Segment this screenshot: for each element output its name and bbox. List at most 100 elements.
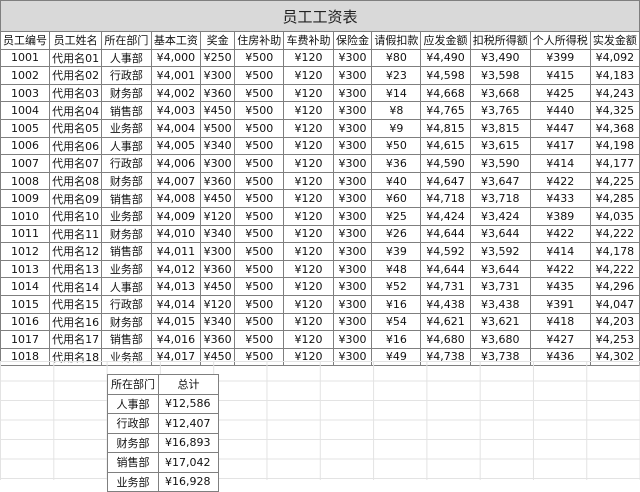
table-cell[interactable]: ¥4,002	[150, 83, 202, 103]
table-cell[interactable]: ¥4,680	[420, 330, 471, 349]
table-cell[interactable]: 1002	[0, 66, 50, 85]
table-cell[interactable]: ¥440	[529, 101, 591, 120]
table-cell[interactable]: ¥4,644	[420, 259, 471, 279]
table-cell[interactable]: 1003	[0, 83, 50, 103]
table-cell[interactable]: 行政部	[101, 294, 152, 314]
table-cell[interactable]: 代用名09	[48, 189, 103, 208]
header-cell[interactable]: 奖金	[200, 31, 236, 50]
table-cell[interactable]: ¥360	[200, 330, 236, 349]
table-cell[interactable]: ¥3,598	[469, 66, 531, 85]
table-cell[interactable]: 代用名10	[48, 206, 103, 226]
table-cell[interactable]: ¥500	[234, 48, 285, 68]
table-cell[interactable]: ¥300	[332, 136, 373, 156]
table-cell[interactable]: 代用名08	[48, 171, 103, 191]
table-cell[interactable]: ¥422	[529, 171, 591, 191]
table-cell[interactable]: 销售部	[101, 189, 152, 208]
table-cell[interactable]: ¥300	[332, 242, 373, 261]
table-cell[interactable]: 1007	[0, 154, 50, 173]
table-cell[interactable]: ¥435	[529, 277, 591, 296]
table-cell[interactable]: ¥120	[283, 189, 334, 208]
table-cell[interactable]: ¥3,647	[469, 171, 531, 191]
table-cell[interactable]: ¥4,012	[150, 259, 202, 279]
table-cell[interactable]: 1001	[0, 48, 50, 68]
table-cell[interactable]: ¥500	[234, 224, 285, 244]
table-cell[interactable]: ¥300	[332, 294, 373, 314]
table-cell[interactable]: ¥500	[234, 189, 285, 208]
table-cell[interactable]: ¥300	[332, 277, 373, 296]
table-cell[interactable]: 1004	[0, 101, 50, 120]
table-cell[interactable]: 财务部	[101, 171, 152, 191]
table-cell[interactable]: ¥360	[200, 259, 236, 279]
table-cell[interactable]: ¥4,000	[150, 48, 202, 68]
table-cell[interactable]: ¥14	[371, 83, 422, 103]
table-cell[interactable]: ¥4,011	[150, 242, 202, 261]
table-cell[interactable]: ¥4,644	[420, 224, 471, 244]
header-cell[interactable]: 保险金	[332, 31, 373, 50]
table-cell[interactable]: ¥40	[371, 171, 422, 191]
table-cell[interactable]: ¥300	[332, 48, 373, 68]
table-cell[interactable]: ¥4,203	[589, 312, 640, 332]
table-cell[interactable]: ¥4,285	[589, 189, 640, 208]
table-cell[interactable]: ¥4,001	[150, 66, 202, 85]
table-cell[interactable]: ¥3,590	[469, 154, 531, 173]
table-cell[interactable]: ¥36	[371, 154, 422, 173]
table-cell[interactable]: ¥500	[234, 277, 285, 296]
table-cell[interactable]: ¥399	[529, 48, 591, 68]
table-cell[interactable]: ¥360	[200, 171, 236, 191]
table-cell[interactable]: ¥414	[529, 154, 591, 173]
summary-total-cell[interactable]: ¥17,042	[158, 452, 219, 473]
table-cell[interactable]: ¥500	[200, 118, 236, 138]
table-cell[interactable]: ¥500	[234, 206, 285, 226]
header-cell[interactable]: 员工编号	[0, 31, 50, 50]
table-cell[interactable]: ¥500	[234, 83, 285, 103]
table-cell[interactable]: 代用名03	[48, 83, 103, 103]
table-cell[interactable]: ¥417	[529, 136, 591, 156]
table-cell[interactable]: ¥8	[371, 101, 422, 120]
table-cell[interactable]: ¥422	[529, 259, 591, 279]
table-cell[interactable]: ¥4,222	[589, 224, 640, 244]
table-cell[interactable]: ¥3,592	[469, 242, 531, 261]
table-cell[interactable]: ¥433	[529, 189, 591, 208]
table-cell[interactable]: 代用名11	[48, 224, 103, 244]
table-cell[interactable]: ¥3,765	[469, 101, 531, 120]
table-cell[interactable]: ¥300	[332, 101, 373, 120]
table-cell[interactable]: ¥120	[283, 330, 334, 349]
table-cell[interactable]: ¥4,003	[150, 101, 202, 120]
header-cell[interactable]: 车费补助	[283, 31, 334, 50]
table-cell[interactable]: ¥4,647	[420, 171, 471, 191]
table-cell[interactable]: ¥4,424	[420, 206, 471, 226]
table-cell[interactable]: 行政部	[101, 154, 152, 173]
table-cell[interactable]: ¥120	[283, 48, 334, 68]
table-cell[interactable]: ¥48	[371, 259, 422, 279]
table-cell[interactable]: 1016	[0, 312, 50, 332]
table-cell[interactable]: ¥120	[200, 206, 236, 226]
table-cell[interactable]: 代用名02	[48, 66, 103, 85]
table-cell[interactable]: ¥120	[283, 101, 334, 120]
table-cell[interactable]: ¥120	[283, 224, 334, 244]
header-cell[interactable]: 实发金额	[589, 31, 640, 50]
table-cell[interactable]: 财务部	[101, 83, 152, 103]
table-cell[interactable]: 1005	[0, 118, 50, 138]
table-cell[interactable]: 销售部	[101, 330, 152, 349]
table-cell[interactable]: ¥300	[332, 206, 373, 226]
table-cell[interactable]: ¥4,005	[150, 136, 202, 156]
table-cell[interactable]: ¥3,668	[469, 83, 531, 103]
header-cell[interactable]: 住房补助	[234, 31, 285, 50]
table-cell[interactable]: ¥4,253	[589, 330, 640, 349]
table-cell[interactable]: ¥3,438	[469, 294, 531, 314]
table-cell[interactable]: 人事部	[101, 136, 152, 156]
table-cell[interactable]: ¥4,598	[420, 66, 471, 85]
table-cell[interactable]: 1012	[0, 242, 50, 261]
summary-total-cell[interactable]: ¥16,928	[158, 471, 219, 492]
table-cell[interactable]: ¥4,438	[420, 294, 471, 314]
table-cell[interactable]: ¥4,035	[589, 206, 640, 226]
table-cell[interactable]: ¥418	[529, 312, 591, 332]
table-cell[interactable]: ¥4,015	[150, 312, 202, 332]
table-cell[interactable]: ¥4,183	[589, 66, 640, 85]
table-cell[interactable]: ¥4,668	[420, 83, 471, 103]
table-cell[interactable]: ¥389	[529, 206, 591, 226]
table-cell[interactable]: ¥300	[332, 224, 373, 244]
summary-header-cell[interactable]: 所在部门	[107, 374, 159, 395]
table-cell[interactable]: ¥3,644	[469, 259, 531, 279]
table-cell[interactable]: ¥4,013	[150, 277, 202, 296]
